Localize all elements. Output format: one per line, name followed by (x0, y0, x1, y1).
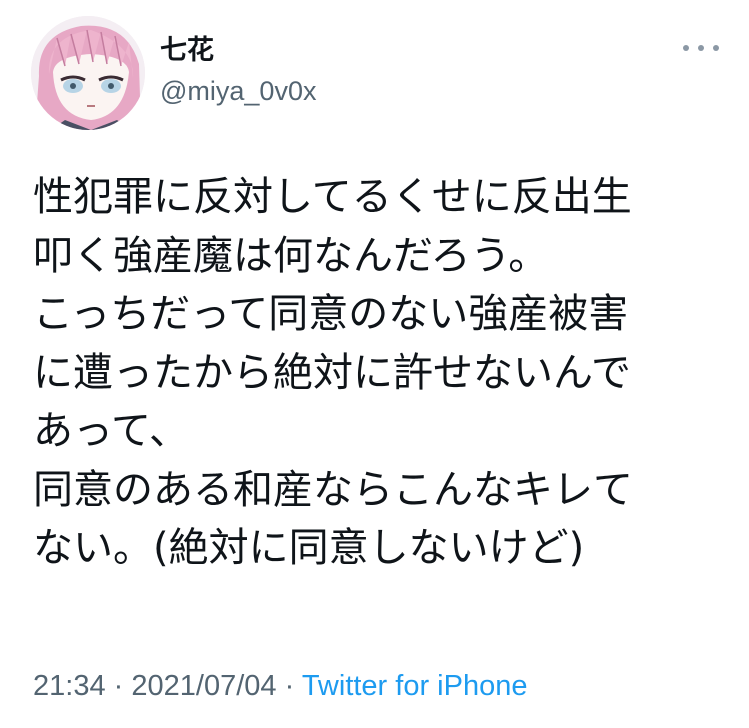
tweet-text-line: ない。(絶対に同意しないけど) (33, 525, 585, 571)
tweet-text-line: あって、 (33, 408, 189, 454)
tweet-card: 七花 @miya_0v0x 性犯罪に反対してるくせに反出生 叩く強産魔は何なんだ… (0, 0, 749, 728)
avatar[interactable] (31, 16, 145, 130)
tweet-time[interactable]: 21:34 (33, 670, 106, 702)
tweet-metadata: 21:34 · 2021/07/04 · Twitter for iPhone (33, 670, 527, 703)
tweet-source-link[interactable]: Twitter for iPhone (302, 670, 528, 702)
meta-separator: · (284, 670, 295, 702)
display-name[interactable]: 七花 (160, 28, 214, 67)
more-dot (698, 45, 704, 51)
avatar-image (31, 16, 145, 130)
tweet-text-line: こっちだって同意のない強産被害 (33, 291, 629, 337)
more-dot (683, 45, 689, 51)
tweet-text: 性犯罪に反対してるくせに反出生 叩く強産魔は何なんだろう。 こっちだって同意のな… (33, 168, 723, 578)
tweet-text-line: 叩く強産魔は何なんだろう。 (33, 232, 549, 279)
tweet-date[interactable]: 2021/07/04 (131, 670, 276, 702)
tweet-text-line: 同意のある和産ならこんなキレて (33, 466, 633, 513)
more-options-icon[interactable] (683, 40, 719, 56)
user-handle[interactable]: @miya_0v0x (160, 76, 316, 107)
tweet-text-line: 性犯罪に反対してるくせに反出生 (33, 174, 632, 220)
tweet-text-line: に遭ったから絶対に許せないんで (33, 349, 631, 396)
meta-separator: · (113, 670, 124, 702)
more-dot (713, 45, 719, 51)
